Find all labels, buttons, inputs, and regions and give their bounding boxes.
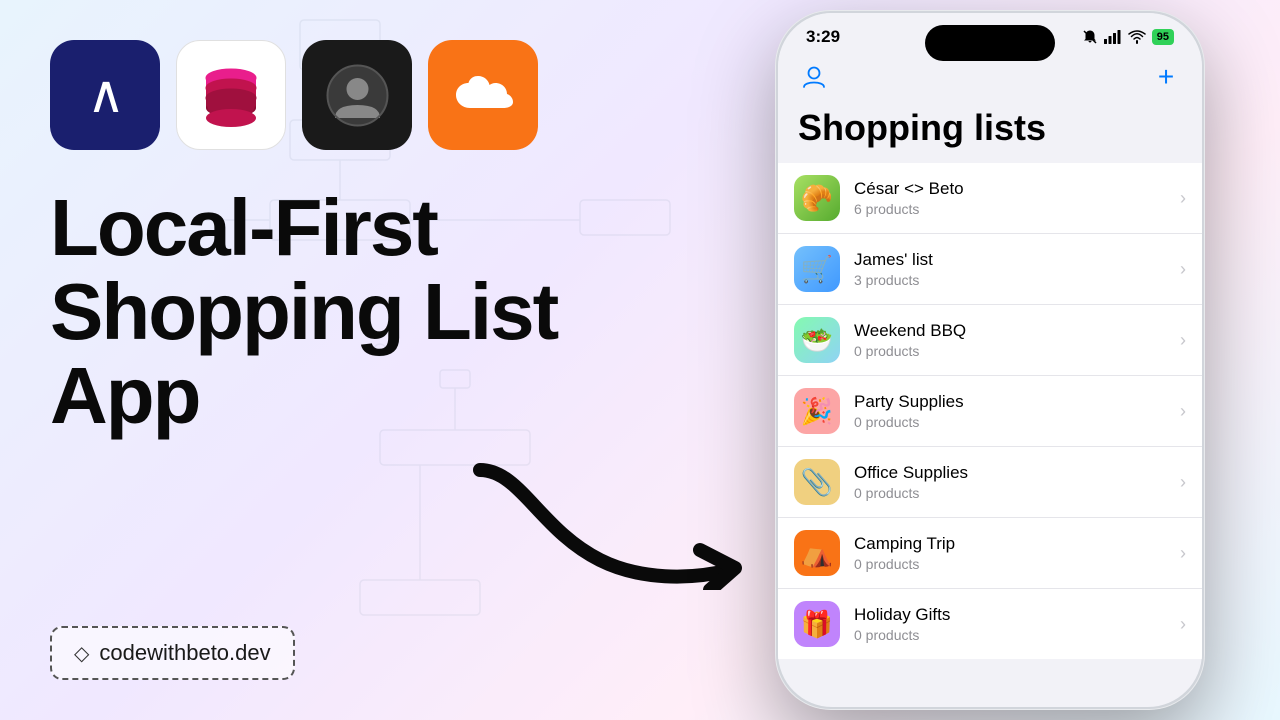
shopping-list: 🥐 César <> Beto 6 products › 🛒 James' li… (778, 163, 1202, 659)
list-item-chevron: › (1180, 543, 1186, 564)
list-item-count: 6 products (854, 200, 1166, 218)
list-item-name: Camping Trip (854, 533, 1166, 555)
list-item-icon: ⛺ (794, 530, 840, 576)
list-item-info: Camping Trip 0 products (854, 533, 1166, 573)
badge-text: codewithbeto.dev (99, 640, 270, 666)
list-item-party-supplies[interactable]: 🎉 Party Supplies 0 products › (778, 376, 1202, 447)
list-item-count: 0 products (854, 413, 1166, 431)
list-item-chevron: › (1180, 614, 1186, 635)
list-item-name: Weekend BBQ (854, 320, 1166, 342)
heading-line3: App (50, 354, 690, 438)
website-badge: ◇ codewithbeto.dev (50, 626, 295, 680)
list-item-chevron: › (1180, 330, 1186, 351)
list-item-icon: 🎉 (794, 388, 840, 434)
arrow-decoration (460, 450, 750, 590)
profile-button[interactable] (798, 61, 830, 93)
list-item-chevron: › (1180, 188, 1186, 209)
list-item-name: Holiday Gifts (854, 604, 1166, 626)
list-item-icon: 🥗 (794, 317, 840, 363)
list-item-info: Party Supplies 0 products (854, 391, 1166, 431)
list-item-cesar-beto[interactable]: 🥐 César <> Beto 6 products › (778, 163, 1202, 234)
app-icon-db (176, 40, 286, 150)
app-icon-cloud (428, 40, 538, 150)
list-item-name: James' list (854, 249, 1166, 271)
list-item-info: James' list 3 products (854, 249, 1166, 289)
list-item-count: 0 products (854, 484, 1166, 502)
list-item-info: Weekend BBQ 0 products (854, 320, 1166, 360)
list-item-count: 0 products (854, 342, 1166, 360)
list-item-chevron: › (1180, 472, 1186, 493)
page-title: Shopping lists (778, 103, 1202, 163)
add-list-button[interactable]: + (1150, 61, 1182, 93)
list-item-count: 0 products (854, 555, 1166, 573)
cloud-icon (448, 70, 518, 120)
left-panel: ∧ (0, 0, 740, 720)
phone-screen: 3:29 (778, 13, 1202, 707)
arrow-svg (460, 450, 750, 590)
person-circle-icon (325, 63, 390, 128)
status-icons: 95 (1082, 29, 1174, 45)
lambda-symbol: ∧ (87, 65, 123, 125)
app-icon-person (302, 40, 412, 150)
dynamic-island (925, 25, 1055, 61)
battery-badge: 95 (1152, 29, 1174, 45)
app-icons-row: ∧ (50, 40, 690, 150)
signal-icon (1104, 30, 1122, 44)
bell-icon (1082, 29, 1098, 45)
list-item-name: Party Supplies (854, 391, 1166, 413)
list-item-weekend-bbq[interactable]: 🥗 Weekend BBQ 0 products › (778, 305, 1202, 376)
profile-icon (801, 64, 827, 90)
list-item-icon: 🛒 (794, 246, 840, 292)
app-icon-lasso: ∧ (50, 40, 160, 150)
list-item-chevron: › (1180, 401, 1186, 422)
phone-frame: 3:29 (775, 10, 1205, 710)
list-item-info: Office Supplies 0 products (854, 462, 1166, 502)
list-item-name: Office Supplies (854, 462, 1166, 484)
list-item-icon: 🥐 (794, 175, 840, 221)
main-heading: Local-First Shopping List App (50, 186, 690, 438)
list-item-office-supplies[interactable]: 📎 Office Supplies 0 products › (778, 447, 1202, 518)
list-item-info: Holiday Gifts 0 products (854, 604, 1166, 644)
list-item-camping-trip[interactable]: ⛺ Camping Trip 0 products › (778, 518, 1202, 589)
list-item-count: 3 products (854, 271, 1166, 289)
right-panel: 3:29 (720, 0, 1260, 720)
list-item-icon: 📎 (794, 459, 840, 505)
status-time: 3:29 (806, 27, 840, 47)
list-item-info: César <> Beto 6 products (854, 178, 1166, 218)
list-item-holiday-gifts[interactable]: 🎁 Holiday Gifts 0 products › (778, 589, 1202, 659)
db-stack-icon (196, 60, 266, 130)
list-item-count: 0 products (854, 626, 1166, 644)
heading-line2: Shopping List (50, 270, 690, 354)
list-item-name: César <> Beto (854, 178, 1166, 200)
top-nav[interactable]: + (778, 55, 1202, 103)
list-item-chevron: › (1180, 259, 1186, 280)
list-item-james-list[interactable]: 🛒 James' list 3 products › (778, 234, 1202, 305)
wifi-icon (1128, 30, 1146, 44)
heading-line1: Local-First (50, 186, 690, 270)
list-item-icon: 🎁 (794, 601, 840, 647)
phone-mockup: 3:29 (775, 10, 1205, 710)
diamond-icon: ◇ (74, 641, 89, 666)
